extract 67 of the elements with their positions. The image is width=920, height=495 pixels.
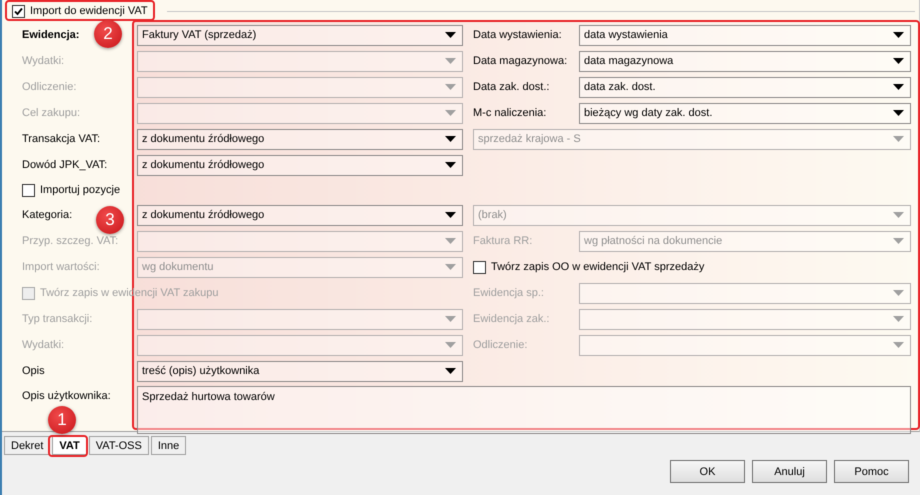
field-label: Faktura RR: (473, 235, 532, 247)
caret-icon (445, 342, 456, 348)
caret-icon (893, 58, 904, 64)
field-label: Data zak. dost.: (473, 81, 550, 93)
caret-icon (893, 110, 904, 116)
caret-icon (445, 58, 456, 64)
caret-icon (893, 342, 904, 348)
checkbox[interactable] (22, 184, 35, 196)
dropdown[interactable]: z dokumentu źródłowego (137, 154, 463, 176)
dropdown[interactable]: Faktury VAT (sprzedaż) (137, 24, 463, 46)
caret-icon (445, 212, 456, 218)
field-label: Data magazynowa: (473, 55, 568, 67)
caret-icon (445, 32, 456, 38)
dropdown[interactable]: data magazynowa (579, 50, 911, 72)
field-label: Ewidencja zak.: (473, 313, 550, 325)
caret-icon (445, 110, 456, 116)
caret-icon (893, 212, 904, 218)
tab[interactable]: VAT-OSS (88, 436, 149, 455)
checkbox-label: Import do ewidencji VAT (30, 5, 148, 17)
caret-icon (893, 290, 904, 296)
caret-icon (445, 162, 456, 168)
checkbox-label: Twórz zapis OO w ewidencji VAT sprzedaży (491, 261, 704, 273)
field-label: Przyp. szczeg. VAT: (22, 235, 118, 247)
field-label: Wydatki: (22, 339, 64, 351)
dropdown[interactable]: z dokumentu źródłowego (137, 128, 463, 150)
field-label: Transakcja VAT: (22, 133, 100, 145)
field-label: Data wystawienia: (473, 29, 562, 41)
checkbox[interactable] (473, 260, 486, 274)
field-label: Opis (22, 365, 45, 377)
dialog-button[interactable]: OK (670, 460, 745, 483)
caret-icon (893, 316, 904, 322)
caret-icon (893, 136, 904, 142)
dropdown[interactable]: bieżący wg daty zak. dost. (579, 102, 911, 124)
dialog-button[interactable]: Anuluj (752, 460, 827, 483)
dropdown[interactable]: data zak. dost. (579, 76, 911, 98)
field-label: Typ transakcji: (22, 313, 92, 325)
field-label: Opis użytkownika: (22, 390, 111, 402)
caret-icon (445, 238, 456, 244)
checkbox-label: Importuj pozycje (40, 184, 120, 196)
dropdown[interactable]: treść (opis) użytkownika (137, 360, 463, 382)
caret-icon (445, 264, 456, 270)
field-label: Ewidencja: (22, 29, 80, 41)
field-label: Wydatki: (22, 55, 64, 67)
field-label: M-c naliczenia: (473, 107, 546, 119)
checkbox[interactable] (12, 4, 25, 18)
field-label: Kategoria: (22, 209, 72, 221)
tab[interactable]: Inne (150, 436, 186, 455)
tab[interactable]: Dekret (4, 436, 50, 455)
dropdown[interactable]: z dokumentu źródłowego (137, 204, 463, 226)
caret-icon (445, 368, 456, 374)
tab[interactable]: VAT (52, 436, 87, 455)
field-label: Dowód JPK_VAT: (22, 159, 108, 171)
field-label: Cel zakupu: (22, 107, 80, 119)
caret-icon (445, 84, 456, 90)
caret-icon (445, 316, 456, 322)
caret-icon (893, 84, 904, 90)
dropdown[interactable]: data wystawienia (579, 24, 911, 46)
dialog-button[interactable]: Pomoc (834, 460, 909, 483)
caret-icon (893, 32, 904, 38)
caret-icon (893, 238, 904, 244)
text-area[interactable]: Sprzedaż hurtowa towarów (137, 386, 911, 434)
field-label: Odliczenie: (22, 81, 76, 93)
field-label: Import wartości: (22, 261, 100, 273)
field-label: Odliczenie: (473, 339, 528, 351)
highlight-frame (48, 435, 88, 457)
field-label: Ewidencja sp.: (473, 287, 544, 299)
caret-icon (445, 136, 456, 142)
